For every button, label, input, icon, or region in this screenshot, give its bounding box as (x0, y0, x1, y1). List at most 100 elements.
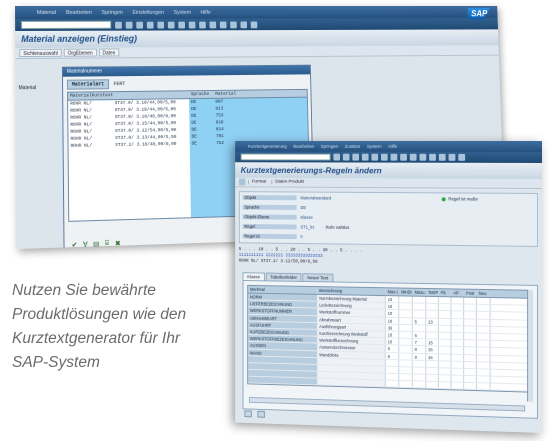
cell-max-len[interactable]: 8 (385, 352, 400, 359)
menu-item-hilfe[interactable]: Hilfe (200, 9, 210, 15)
cell-neu[interactable] (476, 361, 491, 369)
col-header-max-len[interactable]: Max L (385, 288, 400, 296)
confirm-icon[interactable]: ✔ (70, 241, 78, 249)
delete-row-icon[interactable] (257, 410, 265, 418)
cell-ap[interactable] (451, 339, 465, 347)
cell-ap[interactable] (451, 354, 465, 361)
grid-horizontal-scrollbar[interactable] (249, 396, 526, 412)
cell-to-dp[interactable] (426, 303, 439, 311)
cell-max-lae[interactable]: 8 (412, 346, 427, 353)
cell-pb[interactable] (438, 375, 452, 382)
col-header-material[interactable]: Material (213, 90, 307, 98)
cell-max-len[interactable]: 10 (385, 317, 400, 324)
cell-max-lae[interactable] (412, 303, 427, 311)
cell-neu[interactable] (476, 312, 491, 319)
cancel-icon[interactable] (371, 153, 379, 161)
cell-max-len[interactable]: 10 (385, 303, 400, 310)
cell-neu[interactable] (476, 369, 491, 376)
cell-min-dp[interactable] (399, 317, 413, 324)
filter-icon[interactable]: ∀ (81, 241, 89, 249)
first-page-icon[interactable] (199, 21, 206, 28)
cell-pb[interactable] (438, 297, 452, 304)
cell-ap[interactable] (451, 382, 465, 390)
cell-to-dp[interactable] (426, 381, 439, 389)
cell-ap[interactable] (451, 347, 465, 354)
menu-item-kurztextgenerierung[interactable]: Kurztextgenerierung (248, 144, 287, 149)
enter-icon[interactable] (115, 21, 122, 29)
print-list-icon[interactable]: ⌸ (103, 240, 111, 248)
cell-post[interactable] (464, 354, 477, 362)
next-page-icon[interactable] (429, 153, 436, 161)
col-header-bezeichnung[interactable]: Bezeichnung (317, 287, 386, 296)
cell-ap[interactable] (451, 318, 465, 326)
cell-ap[interactable] (451, 325, 465, 333)
cell-pb[interactable] (438, 382, 452, 389)
cell-to-dp[interactable] (426, 374, 439, 382)
menu-item-bearbeiten[interactable]: Bearbeiten (66, 9, 92, 15)
cell-to-dp[interactable] (426, 367, 439, 375)
cell-ap[interactable] (451, 361, 465, 368)
cell-max-lae[interactable] (412, 310, 427, 318)
col-header-kurztext[interactable]: Materialkurztext (68, 92, 113, 100)
cell-pb[interactable] (438, 361, 452, 368)
cell-neu[interactable] (476, 347, 491, 355)
col-header-max-lae[interactable]: MaxLä (412, 288, 427, 296)
cell-to-dp[interactable] (426, 332, 439, 339)
cell-max-lae[interactable] (412, 367, 427, 374)
cell-min-dp[interactable] (399, 324, 413, 332)
last-page-icon[interactable] (438, 153, 446, 161)
print-icon[interactable] (167, 21, 175, 29)
cell-to-dp[interactable] (426, 311, 439, 318)
cell-pb[interactable] (438, 325, 452, 332)
cell-max-len[interactable] (385, 366, 400, 374)
next-page-icon[interactable] (219, 21, 227, 28)
list-icon[interactable]: ▤ (92, 240, 100, 248)
cell-post[interactable] (464, 326, 477, 333)
print-icon[interactable] (380, 153, 388, 161)
cell-max-len[interactable]: 30 (385, 324, 400, 331)
cell-post[interactable] (464, 340, 477, 347)
cell-to-dp[interactable] (426, 325, 439, 332)
new-session-icon[interactable] (448, 153, 456, 161)
cell-to-dp[interactable] (426, 296, 439, 304)
cell-max-len[interactable]: 10 (385, 296, 400, 303)
cell-min-dp[interactable] (399, 310, 413, 317)
col-header-sprache[interactable]: Sprache (189, 91, 214, 98)
command-field[interactable] (240, 153, 331, 161)
help-icon[interactable] (250, 20, 258, 28)
cell-post[interactable] (464, 347, 477, 354)
cell-max-lae[interactable] (412, 324, 427, 332)
cell-max-lae[interactable]: 5 (412, 317, 427, 325)
menu-item-bearbeiten[interactable]: Bearbeiten (293, 144, 314, 149)
cell-pb[interactable] (438, 318, 452, 325)
cell-neu[interactable] (476, 354, 491, 362)
col-header-min-dp[interactable]: MinDP (399, 288, 413, 296)
cell-max-lae[interactable] (412, 381, 427, 389)
cell-post[interactable] (464, 383, 477, 390)
save-icon[interactable] (342, 153, 350, 161)
last-page-icon[interactable] (230, 21, 237, 28)
cell-ap[interactable] (451, 304, 465, 311)
cell-max-len[interactable]: 10 (385, 310, 400, 317)
cell-neu[interactable] (476, 333, 491, 340)
enter-icon[interactable] (333, 153, 341, 161)
cell-max-lae[interactable]: 6 (412, 332, 427, 339)
cell-neu[interactable] (476, 383, 491, 390)
col-header-neu[interactable]: Neu (476, 289, 491, 298)
cell-to-dp[interactable]: 34 (426, 353, 439, 361)
insert-row-icon[interactable] (244, 410, 252, 418)
find-next-icon[interactable] (400, 153, 407, 161)
find-icon[interactable] (178, 21, 186, 28)
col-header-post[interactable]: Post (464, 289, 477, 297)
cell-min-dp[interactable] (399, 296, 413, 303)
col-header-to-dp[interactable]: ToDP (426, 288, 439, 297)
menu-item-system[interactable]: System (174, 9, 191, 15)
cell-to-dp[interactable]: 25 (426, 346, 439, 353)
cell-post[interactable] (464, 361, 477, 369)
cell-to-dp[interactable]: 15 (426, 339, 439, 346)
cell-ap[interactable] (451, 332, 465, 340)
cell-pb[interactable] (438, 346, 452, 354)
cell-min-dp[interactable] (399, 338, 413, 346)
find-next-icon[interactable] (188, 21, 196, 28)
first-page-icon[interactable] (409, 153, 417, 161)
